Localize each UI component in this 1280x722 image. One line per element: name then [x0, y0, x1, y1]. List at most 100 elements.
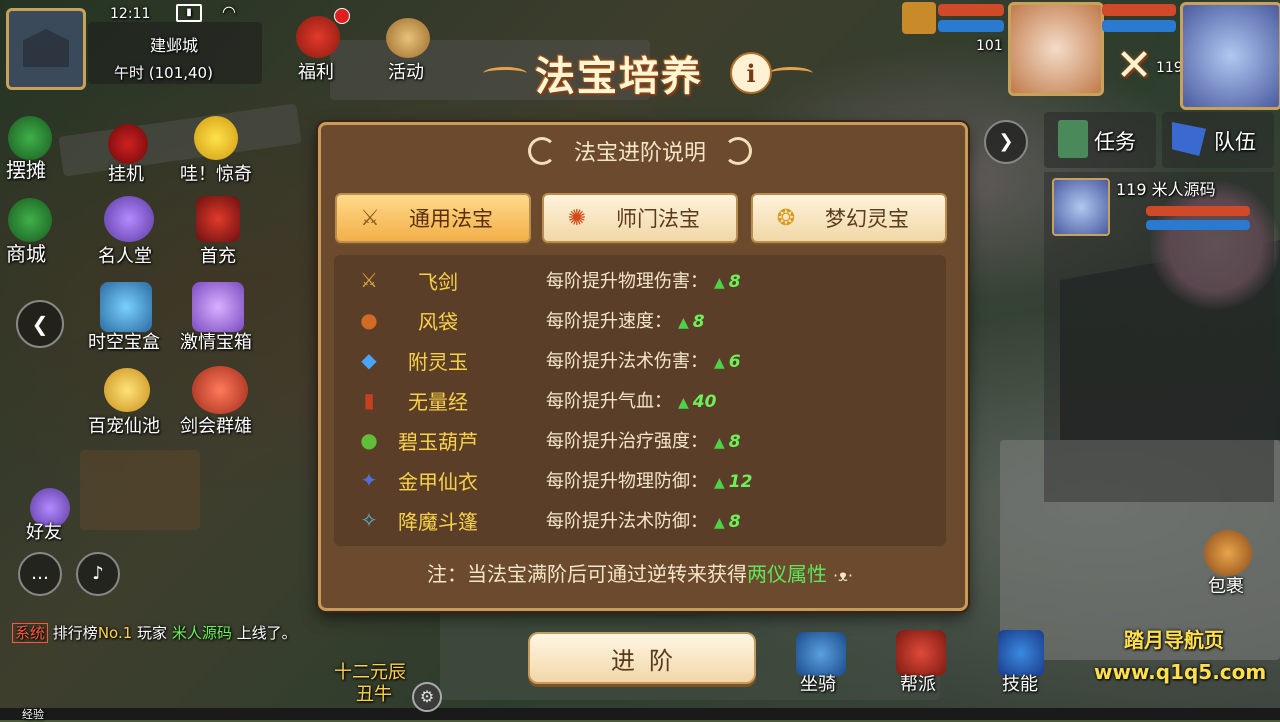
- spirit-jade-icon: ◆: [361, 348, 377, 372]
- pet-level: 101: [976, 38, 1003, 54]
- bonus-value: 8: [728, 432, 741, 452]
- treasure-desc: 每阶提升气血： ▲ 40: [546, 387, 716, 413]
- voice-mic-icon[interactable]: ♪: [76, 552, 120, 596]
- city-minimap-button[interactable]: [6, 8, 86, 90]
- close-button[interactable]: ✕: [1112, 44, 1156, 88]
- tab-label: 通用法宝: [409, 207, 493, 231]
- tab-school-treasure[interactable]: ✺ 师门法宝: [542, 193, 738, 243]
- sword-arena-icon[interactable]: [192, 366, 248, 414]
- pet-portrait[interactable]: [1008, 2, 1104, 96]
- welfare-label: 福利: [298, 62, 334, 83]
- desc-text: 每阶提升物理防御：: [546, 471, 708, 492]
- time-box-label: 时空宝盒: [88, 332, 160, 353]
- auto-battle-label: 挂机: [108, 164, 144, 185]
- list-item: ⚔ 飞剑 每阶提升物理伤害： ▲ 8: [334, 260, 946, 300]
- treasure-name: 附灵玉: [408, 349, 468, 374]
- player-portrait[interactable]: [1180, 2, 1280, 110]
- activity-label: 活动: [388, 62, 424, 83]
- flying-sword-icon: ⚔: [360, 268, 378, 292]
- chat-prefix: 排行榜: [52, 624, 98, 642]
- up-arrow-icon: ▲: [678, 395, 689, 411]
- bag-icon[interactable]: [1204, 530, 1252, 576]
- notification-dot: [334, 8, 350, 24]
- dialog-subtitle-bar: 法宝进阶说明: [335, 130, 945, 172]
- up-arrow-icon: ▲: [678, 315, 689, 331]
- chat-player: 米人源码: [171, 624, 232, 642]
- desc-text: 每阶提升法术防御：: [546, 511, 708, 532]
- treasure-name: 风袋: [418, 309, 458, 334]
- buff-icon[interactable]: [902, 2, 936, 34]
- surprise-emoji-icon[interactable]: [194, 116, 238, 160]
- pet-pool-label: 百宠仙池: [88, 416, 160, 437]
- chat-line[interactable]: 系统 排行榜No.1 玩家 米人源码 上线了。: [12, 622, 297, 643]
- list-item: ● 风袋 每阶提升速度： ▲ 8: [334, 300, 946, 340]
- first-recharge-label: 首充: [200, 246, 236, 267]
- chat-suffix: 上线了。: [236, 624, 297, 642]
- tab-general-treasure[interactable]: ⚔ 通用法宝: [335, 193, 531, 243]
- desc-text: 每阶提升物理伤害：: [546, 271, 708, 292]
- team-tab[interactable]: 队伍: [1162, 112, 1274, 168]
- hall-of-fame-icon[interactable]: [104, 196, 154, 242]
- welfare-gift-icon[interactable]: [296, 16, 340, 58]
- sword-arena-label: 剑会群雄: [180, 416, 252, 437]
- expand-right-icon[interactable]: ❯: [984, 120, 1028, 164]
- treasure-name: 降魔斗篷: [398, 509, 478, 534]
- up-arrow-icon: ▲: [714, 515, 725, 531]
- settings-gear-icon[interactable]: ⚙: [412, 682, 442, 712]
- scripture-icon: ▮: [363, 388, 375, 412]
- list-item: ◆ 附灵玉 每阶提升法术伤害： ▲ 6: [334, 340, 946, 380]
- battery-icon: ▮: [176, 4, 202, 22]
- list-item: ✧ 降魔斗篷 每阶提升法术防御： ▲ 8: [334, 500, 946, 540]
- pet-mp-bar: [938, 20, 1004, 32]
- player-hp-bar: [1102, 4, 1176, 16]
- collapse-menu-icon[interactable]: ❮: [16, 300, 64, 348]
- pet-pool-icon[interactable]: [104, 368, 150, 412]
- dialog-note: 注：当法宝满阶后可通过逆转来获得两仪属性 ·ᴥ·: [334, 558, 946, 588]
- note-text: 注：当法宝满阶后可通过逆转来获得: [427, 562, 748, 586]
- gold-ring-icon: ❂: [776, 205, 796, 231]
- bonus-value: 8: [728, 272, 741, 292]
- auto-battle-icon[interactable]: [108, 124, 148, 164]
- zodiac-sub-label: 丑牛: [356, 684, 392, 705]
- activity-horn-icon[interactable]: [386, 18, 430, 58]
- time-coordinates: 午时 (101,40): [114, 64, 213, 82]
- watermark-name: 踏月导航页: [1124, 628, 1224, 652]
- chat-bubble-icon[interactable]: …: [18, 552, 62, 596]
- time-box-icon[interactable]: [100, 282, 152, 332]
- advance-button[interactable]: 进阶: [528, 632, 756, 684]
- up-arrow-icon: ▲: [714, 355, 725, 371]
- jade-gourd-icon: ●: [360, 428, 378, 452]
- location-name: 建邺城: [150, 36, 199, 55]
- chat-system-tag: 系统: [12, 623, 49, 643]
- tab-label: 师门法宝: [616, 207, 700, 231]
- guild-label: 帮派: [900, 674, 936, 695]
- team-member-name: 119 米人源码: [1116, 180, 1216, 199]
- up-arrow-icon: ▲: [714, 475, 725, 491]
- first-recharge-icon[interactable]: [196, 196, 240, 242]
- passion-chest-label: 激情宝箱: [180, 332, 252, 353]
- treasure-desc: 每阶提升速度： ▲ 8: [546, 307, 705, 333]
- bonus-value: 8: [692, 312, 705, 332]
- bell-charm-icon: ✺: [567, 205, 587, 231]
- up-arrow-icon: ▲: [714, 435, 725, 451]
- passion-chest-icon[interactable]: [192, 282, 244, 332]
- dialog-subtitle: 法宝进阶说明: [573, 141, 706, 166]
- dialog-title: 法宝培养: [535, 53, 703, 100]
- golden-armor-icon: ✦: [360, 468, 378, 492]
- team-label: 队伍: [1214, 130, 1256, 154]
- task-tab[interactable]: 任务: [1044, 112, 1156, 168]
- list-item: ▮ 无量经 每阶提升气血： ▲ 40: [334, 380, 946, 420]
- tab-dream-treasure[interactable]: ❂ 梦幻灵宝: [751, 193, 947, 243]
- clock: 12:11: [110, 6, 151, 22]
- shop-icon[interactable]: [8, 198, 52, 242]
- treasure-desc: 每阶提升治疗强度： ▲ 8: [546, 427, 741, 453]
- bag-label: 包裹: [1208, 576, 1244, 597]
- skill-label: 技能: [1002, 674, 1038, 695]
- up-arrow-icon: ▲: [714, 275, 725, 291]
- hall-of-fame-label: 名人堂: [98, 246, 152, 267]
- member-hp-bar: [1146, 206, 1250, 216]
- chat-rank: No.1: [97, 624, 133, 642]
- team-member-avatar[interactable]: [1052, 178, 1110, 236]
- crossed-swords-icon: ⚔: [360, 205, 380, 231]
- info-icon[interactable]: i: [730, 52, 772, 94]
